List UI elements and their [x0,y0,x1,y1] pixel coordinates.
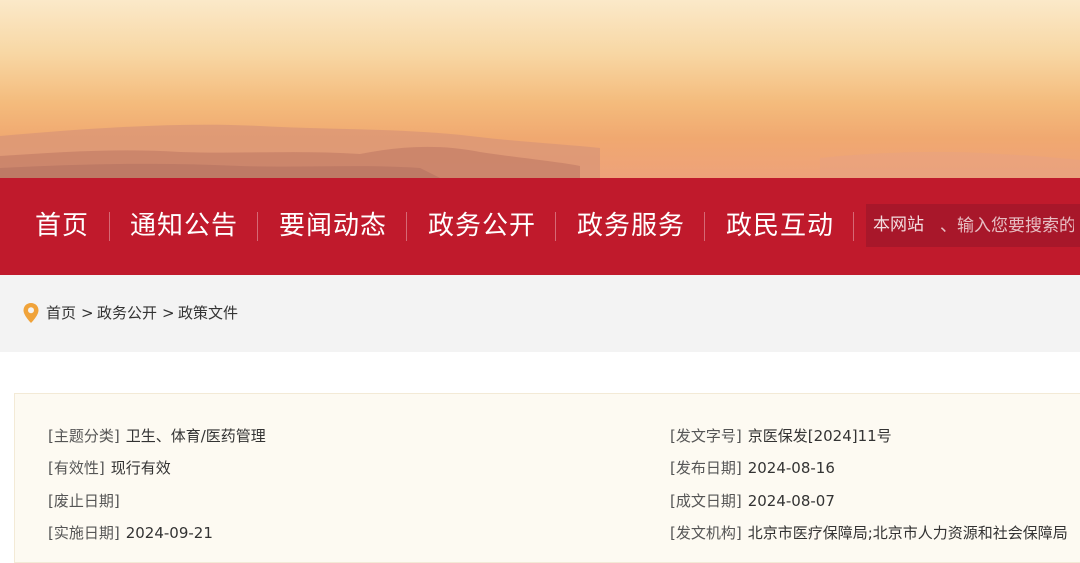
info-topic-category: [主题分类] 卫生、体育/医药管理 [48,427,266,445]
search-input[interactable] [934,204,1080,247]
nav-interaction[interactable]: 政民互动 [726,178,834,275]
search-box: 本网站 [866,204,1080,247]
info-written-date: [成文日期] 2024-08-07 [670,492,835,510]
mountain-silhouette [0,124,1080,178]
info-issuing-agency: [发文机构] 北京市医疗保障局;北京市人力资源和社会保障局 [670,524,1068,542]
nav-divider [853,212,854,241]
nav-divider [704,212,705,241]
document-info-panel: [主题分类] 卫生、体育/医药管理 [有效性] 现行有效 [废止日期] [实施日期]… [14,393,1080,563]
info-repeal-date: [废止日期] [48,492,120,510]
nav-notices[interactable]: 通知公告 [130,178,238,275]
breadcrumb-gov-disclosure[interactable]: 政务公开 [97,275,157,352]
nav-divider [555,212,556,241]
breadcrumb-home[interactable]: 首页 [46,275,76,352]
nav-divider [406,212,407,241]
location-pin-icon [23,303,39,323]
breadcrumb-separator: > [81,304,94,322]
main-nav: 首页 通知公告 要闻动态 政务公开 政务服务 政民互动 本网站 [0,178,1080,275]
info-validity: [有效性] 现行有效 [48,459,171,477]
breadcrumb: 首页 > 政务公开 > 政策文件 [0,275,1080,352]
info-document-number: [发文字号] 京医保发[2024]11号 [670,427,892,445]
breadcrumb-separator: > [162,304,175,322]
info-publish-date: [发布日期] 2024-08-16 [670,459,835,477]
nav-gov-services[interactable]: 政务服务 [577,178,685,275]
nav-divider [109,212,110,241]
nav-news[interactable]: 要闻动态 [279,178,387,275]
nav-gov-disclosure[interactable]: 政务公开 [428,178,536,275]
breadcrumb-policy-docs[interactable]: 政策文件 [178,275,238,352]
header-banner [0,0,1080,178]
nav-home[interactable]: 首页 [35,178,89,275]
nav-divider [257,212,258,241]
info-effective-date: [实施日期] 2024-09-21 [48,524,213,542]
search-scope-select[interactable]: 本网站 [873,204,924,247]
